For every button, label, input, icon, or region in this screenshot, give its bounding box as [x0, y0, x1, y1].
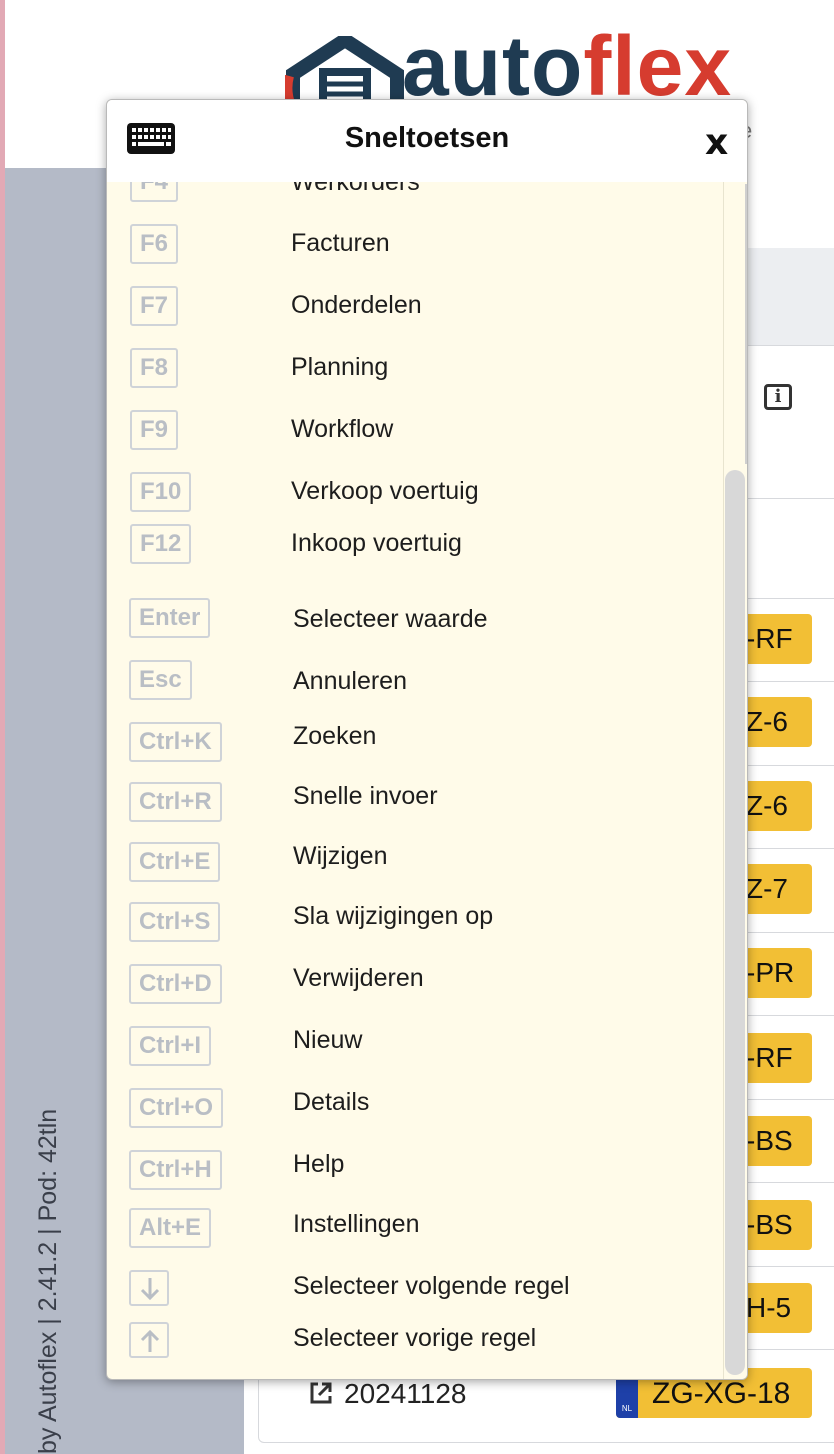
key-badge: Esc [129, 660, 192, 700]
shortcut-label: Verwijderen [293, 964, 424, 992]
key-badge: Enter [129, 598, 211, 638]
shortcut-label: Help [293, 1150, 345, 1178]
work-order-number[interactable]: 20241128 [344, 1378, 467, 1410]
license-plate: -BS [740, 1200, 812, 1250]
shortcut-label: Zoeken [293, 722, 377, 750]
logo-wordmark: autoflex [402, 19, 733, 113]
shortcut-label: Workflow [291, 415, 394, 443]
license-plate: -PR [740, 948, 812, 998]
shortcut-label: Verkoop voertuig [291, 477, 479, 505]
key-badge: Ctrl+D [129, 964, 222, 1004]
shortcut-label: Onderdelen [291, 291, 422, 319]
shortcut-label: Wijzigen [293, 842, 388, 870]
key-badge: F7 [130, 286, 179, 326]
key-badge: Ctrl+H [129, 1150, 222, 1190]
shortcut-label: Nieuw [293, 1026, 363, 1054]
license-plate: Z-6 [740, 781, 812, 831]
shortcut-label: Selecteer waarde [293, 605, 488, 633]
shortcut-label: Selecteer volgende regel [293, 1272, 570, 1300]
key-badge: Ctrl+K [129, 722, 222, 762]
external-link-icon[interactable] [308, 1380, 334, 1413]
shortcut-label: Sla wijzigingen op [293, 902, 494, 930]
shortcut-label: Annuleren [293, 667, 407, 695]
key-badge: F9 [130, 410, 179, 450]
dialog-title: Sneltoetsen [344, 122, 510, 154]
key-badge: F6 [130, 224, 179, 264]
key-badge: F8 [130, 348, 179, 388]
key-badge: Ctrl+S [129, 902, 221, 942]
info-icon[interactable]: i [764, 384, 792, 410]
license-plate: Z-7 [740, 864, 812, 914]
key-badge: F12 [130, 524, 192, 564]
scrollbar-edge [745, 184, 747, 464]
key-badge: Ctrl+R [129, 782, 222, 822]
arrow-down-icon [129, 1270, 169, 1306]
shortcut-label: Instellingen [293, 1210, 420, 1238]
garage-logo-icon [282, 31, 404, 110]
license-plate: -RF [740, 1033, 812, 1083]
key-badge: Ctrl+O [129, 1088, 224, 1128]
shortcut-label: Snelle invoer [293, 782, 438, 810]
key-badge: Alt+E [129, 1208, 212, 1248]
dialog-header: Sneltoetsen x [107, 100, 747, 182]
license-plate: -RF [740, 614, 812, 664]
shortcut-label: Selecteer vorige regel [293, 1324, 537, 1352]
shortcuts-dialog: F4 Werkorders F6 Facturen F7 Onderdelen … [106, 99, 748, 1380]
license-plate: H-5 [740, 1283, 812, 1333]
shortcuts-list[interactable]: F4 Werkorders F6 Facturen F7 Onderdelen … [107, 100, 747, 1379]
key-badge: Ctrl+E [129, 842, 221, 882]
scrollbar-thumb[interactable] [725, 470, 745, 1375]
shortcut-label: Inkoop voertuig [291, 529, 462, 557]
shortcut-label: Details [293, 1088, 370, 1116]
close-button[interactable]: x [705, 122, 728, 163]
key-badge: F10 [130, 472, 192, 512]
license-plate: Z-6 [740, 697, 812, 747]
license-plate: -BS [740, 1116, 812, 1166]
shortcut-label: Facturen [291, 229, 390, 257]
key-badge: Ctrl+I [129, 1026, 212, 1066]
shortcut-label: Planning [291, 353, 389, 381]
version-label: by Autoflex | 2.41.2 | Pod: 42tln [34, 1108, 62, 1454]
arrow-up-icon [129, 1322, 169, 1358]
